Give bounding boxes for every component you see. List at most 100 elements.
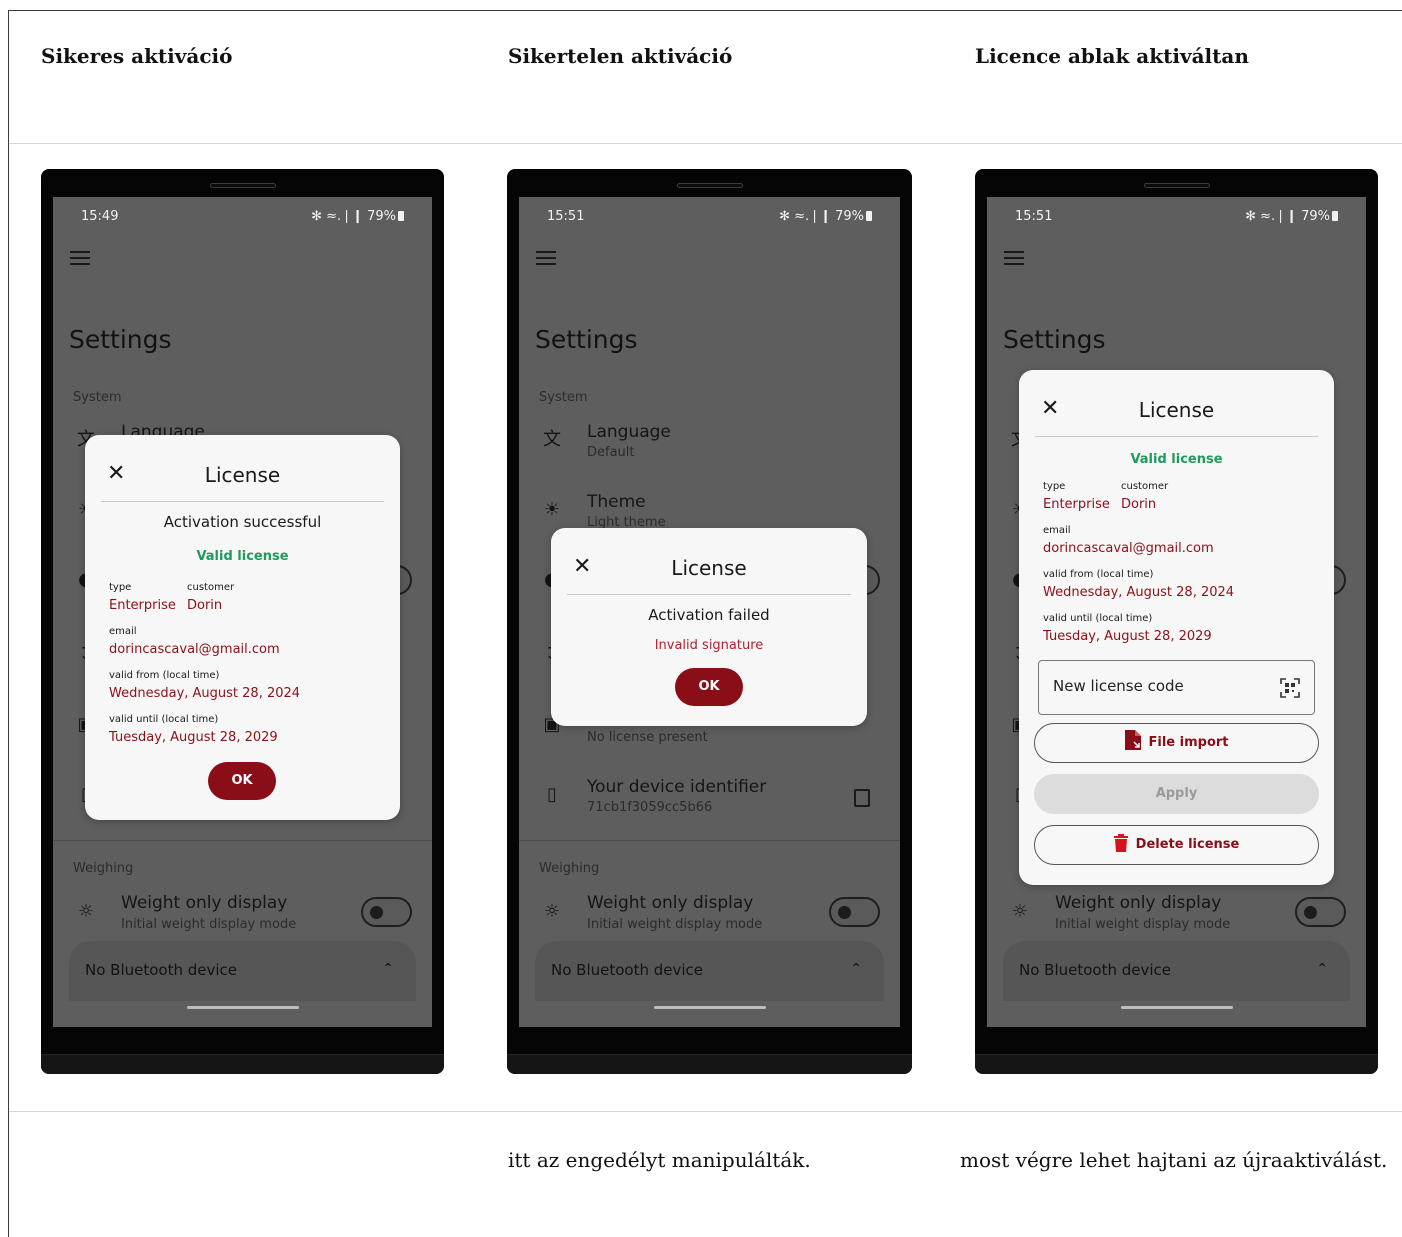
phone-screen: 15:49 ✻ ≈.❘❙ 79% Settings System 文 Langu… [53,197,432,1027]
license-status: Valid license [1130,452,1223,467]
column-title-success: Sikeres aktiváció [41,44,233,68]
section-label-system: System [539,390,588,405]
bluetooth-bar[interactable]: No Bluetooth device ⌃ [1003,941,1350,1001]
dialog-title: License [204,463,281,487]
setting-weight-only-subtitle: Initial weight display mode [587,917,763,932]
phone-chin [507,1054,912,1074]
battery-icon [866,211,872,221]
license-dialog-failed: ✕ License Activation failed Invalid sign… [551,528,867,726]
chevron-up-icon[interactable]: ⌃ [382,961,394,977]
copy-icon[interactable] [854,789,870,807]
weight-only-toggle[interactable] [829,897,880,927]
dialog-divider [1035,436,1318,437]
license-code-input[interactable] [1053,677,1253,695]
weight-only-toggle[interactable] [1295,897,1346,927]
phone-screenshot-failed: 15:51 ✻ ≈.❘❙ 79% Settings System 文 Langu… [507,169,912,1074]
eye-off-icon: ☼ [543,901,561,922]
valid-until-label: valid until (local time) [109,714,219,725]
bluetooth-bar[interactable]: No Bluetooth device ⌃ [69,941,416,1001]
phone-screenshot-success: 15:49 ✻ ≈.❘❙ 79% Settings System 文 Langu… [41,169,444,1074]
translate-icon: 文 [543,429,561,450]
ok-button[interactable]: OK [208,762,276,800]
bluetooth-bar[interactable]: No Bluetooth device ⌃ [535,941,884,1001]
section-divider [53,840,432,841]
valid-until-value: Tuesday, August 28, 2029 [1043,629,1212,644]
valid-from-label: valid from (local time) [1043,569,1154,580]
weight-only-toggle[interactable] [361,897,412,927]
ok-button[interactable]: OK [675,668,743,706]
license-code-field[interactable] [1038,660,1315,715]
delete-license-button[interactable]: Delete license [1034,825,1319,865]
email-label: email [1043,525,1071,536]
valid-from-value: Wednesday, August 28, 2024 [109,686,301,701]
status-bar: 15:51 ✻ ≈.❘❙ 79% [547,209,872,227]
qr-scan-icon[interactable] [1280,678,1300,698]
status-indicators: ✻ ≈.❘❙ 79% [779,209,864,224]
caption-active: most végre lehet hajtani az újraaktiválá… [960,1148,1388,1172]
license-dialog-success: ✕ License Activation successful Valid li… [85,435,400,820]
phone-chin [975,1054,1378,1074]
device-icon: ▯ [547,784,557,805]
valid-from-label: valid from (local time) [109,670,220,681]
setting-weight-only-title[interactable]: Weight only display [121,893,287,913]
customer-label: customer [1121,481,1169,492]
gesture-bar [653,1006,766,1009]
chevron-up-icon[interactable]: ⌃ [1316,961,1328,977]
gesture-bar [1120,1006,1233,1009]
phone-notch [1143,183,1210,188]
type-value: Enterprise [1043,497,1110,512]
phone-chin [41,1054,444,1074]
customer-label: customer [187,582,235,593]
apply-button[interactable]: Apply [1034,774,1319,814]
status-indicators: ✻ ≈.❘❙ 79% [1245,209,1330,224]
email-label: email [109,626,137,637]
status-bar: 15:51 ✻ ≈.❘❙ 79% [1015,209,1338,227]
status-bar: 15:49 ✻ ≈.❘❙ 79% [81,209,404,227]
status-icons: ✻ ≈.❘❙ 79% [311,209,404,224]
email-value: dorincascaval@gmail.com [109,642,280,657]
customer-value: Dorin [1121,497,1157,512]
dialog-divider [101,501,384,502]
valid-until-value: Tuesday, August 28, 2029 [109,730,278,745]
hamburger-menu-icon[interactable] [70,251,90,265]
section-label-system: System [73,390,122,405]
bluetooth-status-label: No Bluetooth device [551,961,704,979]
phone-screenshot-active: 15:51 ✻ ≈.❘❙ 79% Settings 文 ☀ ● ↧ ▣ ▯ ☼ … [975,169,1378,1074]
phone-screen: 15:51 ✻ ≈.❘❙ 79% Settings 文 ☀ ● ↧ ▣ ▯ ☼ … [987,197,1366,1027]
status-time: 15:51 [547,209,585,224]
valid-until-label: valid until (local time) [1043,613,1153,624]
file-import-button[interactable]: File import [1034,723,1319,763]
type-label: type [109,582,132,593]
status-time: 15:49 [81,209,119,224]
dialog-divider [567,594,851,595]
email-value: dorincascaval@gmail.com [1043,541,1214,556]
eye-off-icon: ☼ [77,901,95,922]
file-import-icon [1124,730,1141,750]
activation-message: Activation failed [648,606,770,624]
brightness-icon: ☀ [543,499,561,520]
chevron-up-icon[interactable]: ⌃ [850,961,862,977]
valid-from-value: Wednesday, August 28, 2024 [1043,585,1235,600]
page-title: Settings [69,325,172,354]
setting-weight-only-subtitle: Initial weight display mode [121,917,297,932]
setting-language-subtitle: Default [587,445,635,460]
hamburger-menu-icon[interactable] [1004,251,1024,265]
battery-icon [1332,211,1338,221]
setting-device-subtitle: 71cb1f3059cc5b66 [587,800,713,815]
setting-weight-only-title[interactable]: Weight only display [1055,893,1221,913]
hamburger-menu-icon[interactable] [536,251,556,265]
license-status: Valid license [196,549,289,564]
setting-weight-only-title[interactable]: Weight only display [587,893,753,913]
status-indicators: ✻ ≈.❘❙ 79% [311,209,396,224]
setting-language-title[interactable]: Language [587,422,671,442]
section-label-weighing: Weighing [73,861,134,876]
trash-icon [1113,834,1128,852]
status-icons: ✻ ≈.❘❙ 79% [1245,209,1338,224]
setting-theme-title[interactable]: Theme [587,492,646,512]
page-title: Settings [535,325,638,354]
file-import-label: File import [1148,735,1229,750]
column-title-failed: Sikertelen aktiváció [508,44,733,68]
setting-weight-only-subtitle: Initial weight display mode [1055,917,1231,932]
type-label: type [1043,481,1066,492]
delete-license-label: Delete license [1135,837,1240,852]
